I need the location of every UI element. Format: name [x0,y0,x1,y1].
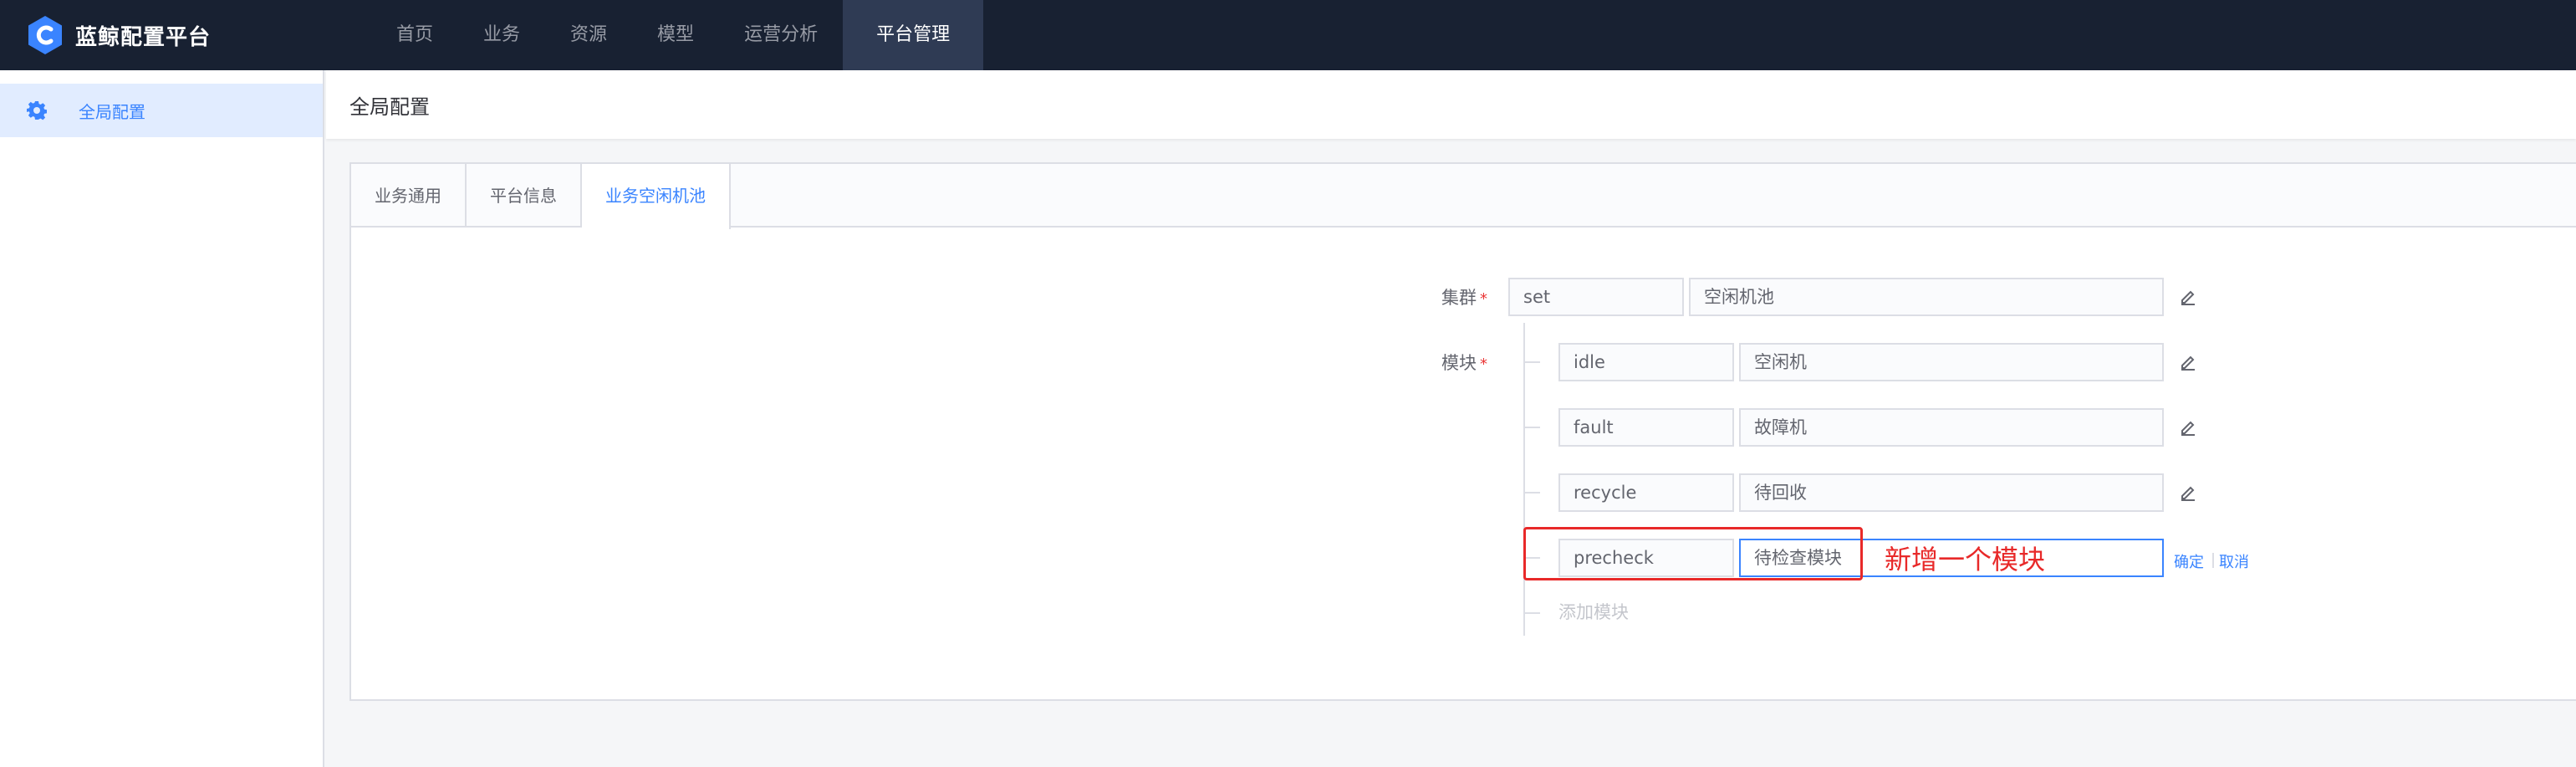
cluster-label-text: 集群 [1441,288,1477,308]
page-title: 全局配置 [349,95,430,119]
edit-icon[interactable] [2179,353,2197,371]
module-name-field[interactable]: 空闲机 [1739,343,2164,381]
highlight-box [1523,527,1863,580]
tab-business-general[interactable]: 业务通用 [351,164,467,228]
add-module-link[interactable]: 添加模块 [1558,599,1629,624]
edit-icon[interactable] [2179,418,2197,437]
nav-item-business[interactable]: 业务 [458,0,545,70]
edit-icon[interactable] [2179,288,2197,306]
tree-branch [1523,492,1540,493]
edit-icon[interactable] [2179,483,2197,502]
module-name-field[interactable]: 待回收 [1739,473,2164,512]
gear-icon [27,101,47,120]
sidebar: 全局配置 [0,70,324,767]
link-separator [2212,553,2214,568]
sidebar-item-global-config[interactable]: 全局配置 [0,84,323,137]
tree-branch [1523,361,1540,363]
tree-line [1523,323,1525,636]
config-card: 业务通用 平台信息 业务空闲机池 集群 * set 空闲机池 模块 * idle 空… [349,162,2576,701]
module-key-field[interactable]: recycle [1558,473,1734,512]
module-key-field[interactable]: idle [1558,343,1734,381]
cancel-button[interactable]: 取消 [2219,550,2249,572]
annotation-text: 新增一个模块 [1885,544,2046,575]
nav-item-home[interactable]: 首页 [368,0,458,70]
main-nav: 首页 业务 资源 模型 运营分析 平台管理 [368,0,984,70]
brand-name: 蓝鲸配置平台 [75,24,212,50]
module-name-field[interactable]: 故障机 [1739,408,2164,447]
nav-item-platform-admin[interactable]: 平台管理 [843,0,984,70]
required-mark: * [1480,290,1487,308]
brand[interactable]: 蓝鲸配置平台 [27,15,211,55]
nav-item-model[interactable]: 模型 [632,0,719,70]
page-header: 全局配置 [326,70,2576,139]
tree-branch [1523,427,1540,428]
nav-item-resource[interactable]: 资源 [545,0,632,70]
bk-logo-icon [28,16,62,54]
tab-platform-info[interactable]: 平台信息 [467,164,582,228]
tab-idle-pool[interactable]: 业务空闲机池 [582,164,731,229]
top-navbar: 蓝鲸配置平台 首页 业务 资源 模型 运营分析 平台管理 [0,0,2576,70]
cluster-label: 集群 * [1441,284,1487,309]
nav-item-analysis[interactable]: 运营分析 [719,0,843,70]
tab-bar: 业务通用 平台信息 业务空闲机池 [351,164,2576,229]
module-key-field[interactable]: fault [1558,408,1734,447]
tree-branch [1523,612,1540,614]
confirm-button[interactable]: 确定 [2174,550,2204,572]
module-label: 模块 * [1441,350,1487,375]
cluster-key-field[interactable]: set [1508,278,1684,316]
required-mark: * [1480,355,1487,373]
cluster-name-field[interactable]: 空闲机池 [1689,278,2164,316]
sidebar-item-label: 全局配置 [79,101,145,122]
module-label-text: 模块 [1441,353,1477,373]
